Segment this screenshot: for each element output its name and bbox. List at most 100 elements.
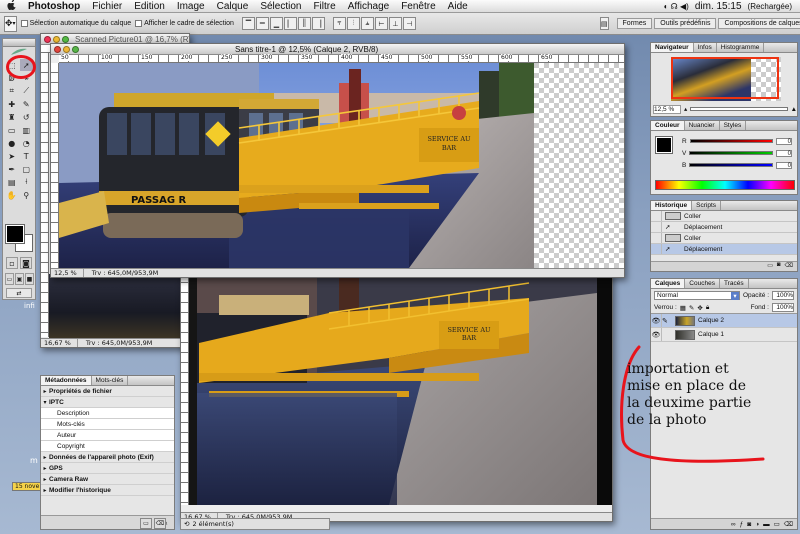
- tab-infos[interactable]: Infos: [694, 43, 717, 52]
- menu-filtre[interactable]: Filtre: [307, 1, 341, 12]
- trash-icon[interactable]: ⌫: [154, 518, 166, 529]
- menu-aide[interactable]: Aide: [442, 1, 474, 12]
- new-layer-icon[interactable]: ▭: [774, 520, 780, 528]
- zoom-tool-icon[interactable]: ⚲: [20, 189, 34, 201]
- tab-mots-cles[interactable]: Mots-clés: [92, 376, 129, 385]
- tab-navigateur[interactable]: Navigateur: [651, 43, 694, 52]
- screen-mode-full-icon[interactable]: ■: [25, 273, 34, 285]
- history-item-selected[interactable]: ➚ Déplacement: [651, 244, 797, 255]
- fill-field[interactable]: 100%: [772, 303, 794, 312]
- document-canvas[interactable]: [49, 274, 189, 339]
- opacity-field[interactable]: 100%: [772, 291, 794, 300]
- menu-edition[interactable]: Edition: [128, 1, 171, 12]
- color-foreground-swatch[interactable]: [655, 136, 673, 154]
- menubar-status-icons[interactable]: ◐ ☊ ◀): [664, 2, 689, 11]
- metadata-section[interactable]: ▸ GPS: [41, 463, 174, 474]
- metadata-section[interactable]: ▸ Propriétés de fichier: [41, 386, 174, 397]
- tab-metadonnees[interactable]: Métadonnées: [41, 376, 92, 385]
- history-brush-tool-icon[interactable]: ↺: [20, 111, 34, 123]
- menubar-clock[interactable]: dim. 15:15: [695, 1, 742, 12]
- distribute-center-icon[interactable]: ⊥: [388, 17, 402, 30]
- navigator-zoom[interactable]: 12,5 %: [653, 104, 681, 114]
- dodge-tool-icon[interactable]: ◔: [20, 137, 34, 149]
- distribute-left-icon[interactable]: ⊢: [374, 17, 388, 30]
- minimize-button[interactable]: [53, 35, 60, 43]
- healing-brush-tool-icon[interactable]: ✚: [5, 98, 19, 110]
- tab-nuancier[interactable]: Nuancier: [685, 121, 720, 130]
- brush-tool-icon[interactable]: ✎: [20, 98, 34, 110]
- tab-calques[interactable]: Calques: [651, 279, 686, 288]
- adjustment-layer-icon[interactable]: ◑: [755, 521, 759, 528]
- color-slider-v[interactable]: V0: [679, 147, 795, 159]
- distribute-middle-icon[interactable]: ⫶: [346, 17, 360, 30]
- layer-style-icon[interactable]: ƒ: [740, 521, 744, 528]
- distribute-top-icon[interactable]: ⫧: [332, 17, 346, 30]
- lock-transparency-icon[interactable]: ▦: [680, 304, 686, 312]
- color-slider-b[interactable]: B0: [679, 159, 795, 171]
- layer-row-selected[interactable]: 👁︎ ✎ Calque 2: [651, 314, 797, 328]
- color-slider-r[interactable]: R0: [679, 135, 795, 147]
- hand-tool-icon[interactable]: ✋: [5, 189, 19, 201]
- align-left-icon[interactable]: ▏: [283, 17, 297, 30]
- trash-icon[interactable]: ⌫: [784, 520, 793, 528]
- tab-couches[interactable]: Couches: [685, 279, 720, 288]
- eraser-tool-icon[interactable]: ▭: [5, 124, 19, 136]
- foreground-color-swatch[interactable]: [5, 224, 25, 244]
- apple-menu-icon[interactable]: [0, 0, 22, 13]
- zoom-level[interactable]: 12,5 %: [54, 269, 84, 277]
- align-middle-icon[interactable]: ═: [255, 17, 269, 30]
- metadata-section[interactable]: ▸ Modifier l'historique: [41, 485, 174, 496]
- shape-tool-icon[interactable]: ▢: [20, 163, 34, 175]
- menu-app-photoshop[interactable]: Photoshop: [22, 1, 86, 12]
- align-center-icon[interactable]: ║: [297, 17, 311, 30]
- palette-well-toggle-icon[interactable]: ▤: [599, 17, 609, 30]
- crop-tool-icon[interactable]: ⌗: [5, 85, 19, 97]
- eye-icon[interactable]: 👁︎: [651, 328, 662, 341]
- align-bottom-icon[interactable]: ▁: [269, 17, 283, 30]
- metadata-field[interactable]: Copyright: [41, 441, 174, 452]
- snapshot-icon[interactable]: ◙: [777, 262, 781, 271]
- layer-row[interactable]: 👁︎ Calque 1: [651, 328, 797, 342]
- layer-mask-icon[interactable]: ◙: [747, 521, 751, 528]
- eyedropper-tool-icon[interactable]: ⟊: [20, 176, 34, 188]
- metadata-section[interactable]: ▸ Données de l'appareil photo (Exif): [41, 452, 174, 463]
- color-spectrum-bar[interactable]: [655, 180, 795, 190]
- document-canvas[interactable]: PASSAG R SERVICE AU BAR: [59, 63, 624, 268]
- trash-icon[interactable]: ⌫: [785, 262, 793, 271]
- gradient-tool-icon[interactable]: ▥: [20, 124, 34, 136]
- quick-mask-icon[interactable]: ◙: [20, 257, 32, 269]
- metadata-field[interactable]: Mots-clés: [41, 419, 174, 430]
- menu-selection[interactable]: Sélection: [254, 1, 307, 12]
- slice-tool-icon[interactable]: ⟋: [20, 85, 34, 97]
- distribute-bottom-icon[interactable]: ⫨: [360, 17, 374, 30]
- distribute-right-icon[interactable]: ⊣: [402, 17, 416, 30]
- zoom-level[interactable]: 16,67 %: [44, 339, 78, 347]
- tab-histogramme[interactable]: Histogramme: [717, 43, 765, 52]
- align-right-icon[interactable]: ▕: [311, 17, 325, 30]
- align-top-icon[interactable]: ▔: [241, 17, 255, 30]
- menubar-status-text[interactable]: (Rechargée): [748, 2, 792, 11]
- metadata-field[interactable]: Description: [41, 408, 174, 419]
- jump-to-imageready-icon[interactable]: ⇄: [6, 288, 32, 298]
- well-compositions-calques[interactable]: Compositions de calques: [718, 18, 800, 29]
- zoom-out-icon[interactable]: ▴: [684, 105, 687, 113]
- zoom-in-icon[interactable]: ▲: [791, 106, 797, 113]
- lock-all-icon[interactable]: 🔒︎: [706, 304, 709, 312]
- menu-image[interactable]: Image: [171, 1, 211, 12]
- new-group-icon[interactable]: ▬: [763, 521, 770, 528]
- desktop-file-label[interactable]: 15 nove: [12, 482, 42, 491]
- navigator-thumbnail[interactable]: [671, 57, 781, 101]
- lock-position-icon[interactable]: ✥: [697, 304, 702, 312]
- navigator-zoom-slider[interactable]: [690, 107, 788, 111]
- tab-historique[interactable]: Historique: [651, 201, 693, 210]
- path-selection-tool-icon[interactable]: ➤: [5, 150, 19, 162]
- tab-traces[interactable]: Tracés: [720, 279, 749, 288]
- metadata-field[interactable]: Auteur: [41, 430, 174, 441]
- history-item[interactable]: Coller: [651, 233, 797, 244]
- pen-tool-icon[interactable]: ✒: [5, 163, 19, 175]
- auto-select-layer-checkbox[interactable]: Sélection automatique du calque: [20, 20, 131, 27]
- show-bounding-box-checkbox[interactable]: Afficher le cadre de sélection: [135, 20, 234, 27]
- history-item[interactable]: Coller: [651, 211, 797, 222]
- standard-mode-icon[interactable]: ▫: [6, 257, 18, 269]
- window-titlebar[interactable]: Sans titre-1 @ 12,5% (Calque 2, RVB/8): [51, 44, 624, 55]
